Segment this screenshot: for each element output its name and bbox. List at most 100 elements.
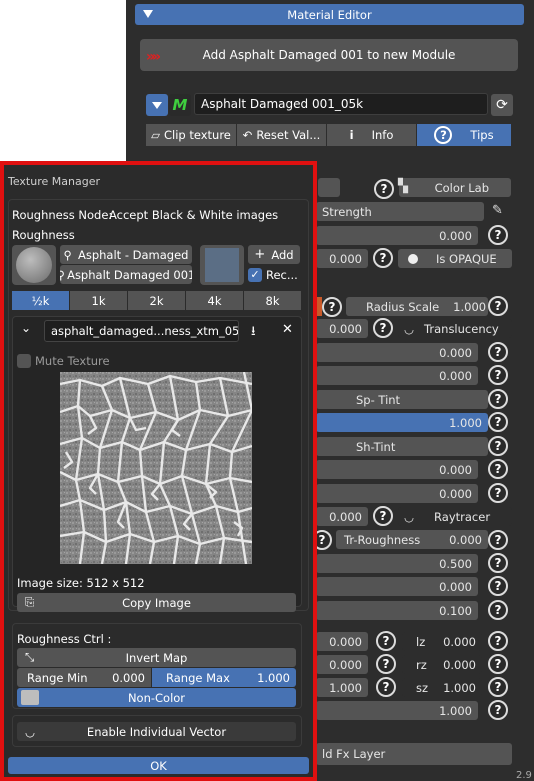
help-icon[interactable]: ? xyxy=(488,654,508,674)
help-icon[interactable]: ? xyxy=(488,365,508,385)
rec-checkbox[interactable]: ✓ Rec... xyxy=(248,266,302,284)
help-icon[interactable]: ? xyxy=(488,553,508,573)
res-2k[interactable]: 2k xyxy=(128,291,186,310)
value-field-1[interactable]: 0.000 xyxy=(316,226,478,245)
tab-info[interactable]: i Info xyxy=(327,124,417,146)
sp-tint-field[interactable]: Sp- Tint xyxy=(316,390,488,409)
add-to-module-button[interactable]: »» Add Asphalt Damaged 001 to new Module xyxy=(140,39,518,71)
res-8k[interactable]: 8k xyxy=(244,291,302,310)
copy-image-button[interactable]: ⎘ Copy Image xyxy=(17,593,296,612)
value-11: 0.500 xyxy=(439,556,472,571)
help-button-1[interactable] xyxy=(318,178,340,197)
help-icon[interactable]: ? xyxy=(374,179,394,199)
value-field-6[interactable]: 1.000 xyxy=(316,413,488,432)
material-name-field[interactable]: Asphalt Damaged 001_05k xyxy=(194,93,488,115)
material-editor-header[interactable]: Material Editor xyxy=(135,4,524,25)
help-icon[interactable]: ? xyxy=(373,506,393,526)
texture-preview-image xyxy=(60,372,252,564)
value-field-12[interactable]: 0.000 xyxy=(316,577,478,596)
tab-reset-values[interactable]: ↶ Reset Val... xyxy=(237,124,327,146)
chevron-down-icon[interactable]: ⌄ xyxy=(21,321,31,335)
value-field-14[interactable]: 0.000 xyxy=(316,632,368,651)
help-icon[interactable]: ? xyxy=(322,297,342,317)
value-field-4[interactable]: 0.000 xyxy=(316,343,478,362)
help-icon[interactable]: ? xyxy=(488,576,508,596)
eyedropper-icon[interactable]: ✎ xyxy=(492,203,510,221)
value-field-2[interactable]: 0.000 xyxy=(316,249,368,268)
is-opaque-toggle[interactable]: Is OPAQUE xyxy=(398,249,512,268)
texture-thumbnail[interactable] xyxy=(200,245,244,285)
value-field-3[interactable]: 0.000 xyxy=(316,319,368,338)
help-icon[interactable]: ? xyxy=(376,654,396,674)
sz-field[interactable]: sz 1.000 xyxy=(402,678,482,697)
value-field-18[interactable]: 1.000 xyxy=(316,678,368,697)
value-field-7[interactable]: 0.000 xyxy=(316,460,478,479)
dropdown-arrow-icon[interactable] xyxy=(146,94,168,116)
range-min-field[interactable]: Range Min 0.000 xyxy=(17,668,151,687)
ok-button[interactable]: OK xyxy=(8,757,309,774)
tab-tips[interactable]: ? Tips xyxy=(417,124,512,146)
value-field-8[interactable]: 0.000 xyxy=(316,484,478,503)
value-16: 0.000 xyxy=(329,657,362,672)
tr-roughness-field[interactable]: Tr-Roughness 0.000 xyxy=(336,530,488,549)
help-icon[interactable]: ? xyxy=(488,342,508,362)
close-icon[interactable]: ✕ xyxy=(282,322,293,337)
asset-category-button[interactable]: ⚲ Asphalt - Damaged xyxy=(60,245,192,264)
res-half-k[interactable]: ½k xyxy=(12,291,70,310)
download-icon[interactable]: ⭳ xyxy=(251,322,256,344)
help-icon[interactable]: ? xyxy=(488,296,508,316)
help-icon[interactable]: ? xyxy=(488,483,508,503)
help-icon[interactable]: ? xyxy=(376,631,396,651)
add-fx-layer-button[interactable]: ld Fx Layer xyxy=(316,743,512,765)
help-icon[interactable]: ? xyxy=(373,318,393,338)
tab-clip-texture[interactable]: ▱ Clip texture xyxy=(146,124,237,146)
lz-field[interactable]: lz 0.000 xyxy=(402,632,482,651)
material-thumbnail[interactable] xyxy=(12,245,56,285)
radius-scale-field[interactable]: Radius Scale 1.000 xyxy=(346,297,488,316)
sh-tint-field[interactable]: Sh-Tint xyxy=(316,437,488,456)
value-field-16[interactable]: 0.000 xyxy=(316,655,368,674)
help-icon[interactable]: ? xyxy=(488,459,508,479)
help-icon[interactable]: ? xyxy=(488,412,508,432)
value-field-11[interactable]: 0.500 xyxy=(316,554,478,573)
ok-label: OK xyxy=(150,758,167,773)
help-icon[interactable]: ? xyxy=(376,677,396,697)
enable-vector-label: Enable Individual Vector xyxy=(86,724,227,739)
help-icon[interactable]: ? xyxy=(373,248,393,268)
value-field-13[interactable]: 0.100 xyxy=(316,601,478,620)
filename-field[interactable]: asphalt_damaged...ness_xtm_05k.jpg xyxy=(44,320,239,342)
editor-tabs: ▱ Clip texture ↶ Reset Val... i Info ? Tips xyxy=(146,124,512,146)
help-icon[interactable]: ? xyxy=(488,389,508,409)
value-field-5[interactable]: 0.000 xyxy=(316,366,478,385)
asset-name-button[interactable]: ⚲ Asphalt Damaged 001 xyxy=(60,265,192,284)
mute-texture-checkbox[interactable]: Mute Texture xyxy=(17,353,127,369)
sp-tint-label: Sp- Tint xyxy=(356,392,401,407)
help-icon[interactable]: ? xyxy=(488,631,508,651)
help-icon[interactable]: ? xyxy=(488,677,508,697)
invert-map-button[interactable]: ⤡ Invert Map xyxy=(17,648,296,667)
node-value: Accept Black & White images xyxy=(109,208,279,222)
translucency-toggle[interactable]: ◡ Translucency xyxy=(398,319,512,338)
value-field-20[interactable]: 1.000 xyxy=(316,701,478,720)
refresh-icon[interactable]: ⟳ xyxy=(491,94,513,116)
raytracer-toggle[interactable]: ◡ Raytracer xyxy=(398,507,512,526)
add-button[interactable]: + Add xyxy=(248,245,300,264)
rz-field[interactable]: rz 0.000 xyxy=(402,655,482,674)
help-icon[interactable]: ? xyxy=(488,530,508,550)
help-icon[interactable]: ? xyxy=(488,600,508,620)
range-max-field[interactable]: Range Max 1.000 xyxy=(152,668,296,687)
help-icon[interactable]: ? xyxy=(488,700,508,720)
res-1k[interactable]: 1k xyxy=(70,291,128,310)
value-6: 1.000 xyxy=(449,415,482,430)
help-icon[interactable]: ? xyxy=(488,225,508,245)
asset-name: Asphalt Damaged 001 xyxy=(67,267,192,282)
strength-row[interactable]: Strength xyxy=(316,202,484,221)
help-icon[interactable]: ? xyxy=(488,436,508,456)
value-2: 0.000 xyxy=(329,251,362,266)
value-field-9[interactable]: 0.000 xyxy=(316,507,368,526)
res-4k[interactable]: 4k xyxy=(186,291,244,310)
material-type-icon[interactable]: M xyxy=(169,94,191,116)
enable-individual-vector-toggle[interactable]: ◡ Enable Individual Vector xyxy=(17,722,296,741)
dialog-title: Texture Manager xyxy=(8,175,100,188)
non-color-button[interactable]: Non-Color xyxy=(17,688,296,707)
